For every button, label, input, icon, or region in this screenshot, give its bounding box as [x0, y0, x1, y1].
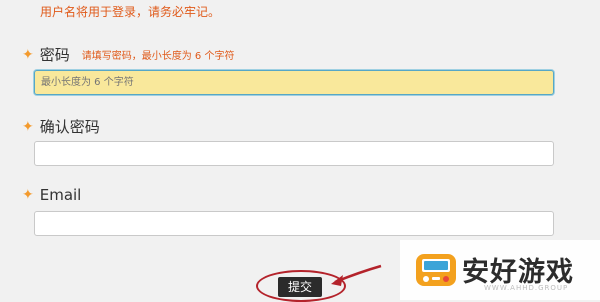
required-star-icon: ✦ — [22, 46, 34, 63]
password-hint: 请填写密码，最小长度为 6 个字符 — [81, 51, 235, 62]
submit-button[interactable]: 提交 — [278, 277, 322, 297]
confirm-password-label-row: ✦ 确认密码 — [22, 116, 100, 137]
required-star-icon: ✦ — [22, 118, 34, 135]
gamepad-logo-icon — [416, 254, 456, 286]
password-label: 密码 — [39, 46, 70, 64]
watermark: 安好游戏 WWW.AHHD.GROUP — [400, 240, 600, 300]
annotation-arrow-icon — [331, 264, 382, 286]
password-label-row: ✦ 密码 请填写密码，最小长度为 6 个字符 — [22, 44, 234, 65]
watermark-url: WWW.AHHD.GROUP — [484, 284, 569, 292]
password-input[interactable] — [34, 70, 554, 95]
email-label-row: ✦ Email — [22, 186, 81, 204]
confirm-password-label: 确认密码 — [39, 118, 100, 136]
email-label: Email — [39, 186, 82, 204]
email-input[interactable] — [34, 211, 554, 236]
confirm-password-input[interactable] — [34, 141, 554, 166]
required-star-icon: ✦ — [22, 187, 34, 203]
username-notice: 用户名将用于登录，请务必牢记。 — [40, 5, 221, 19]
